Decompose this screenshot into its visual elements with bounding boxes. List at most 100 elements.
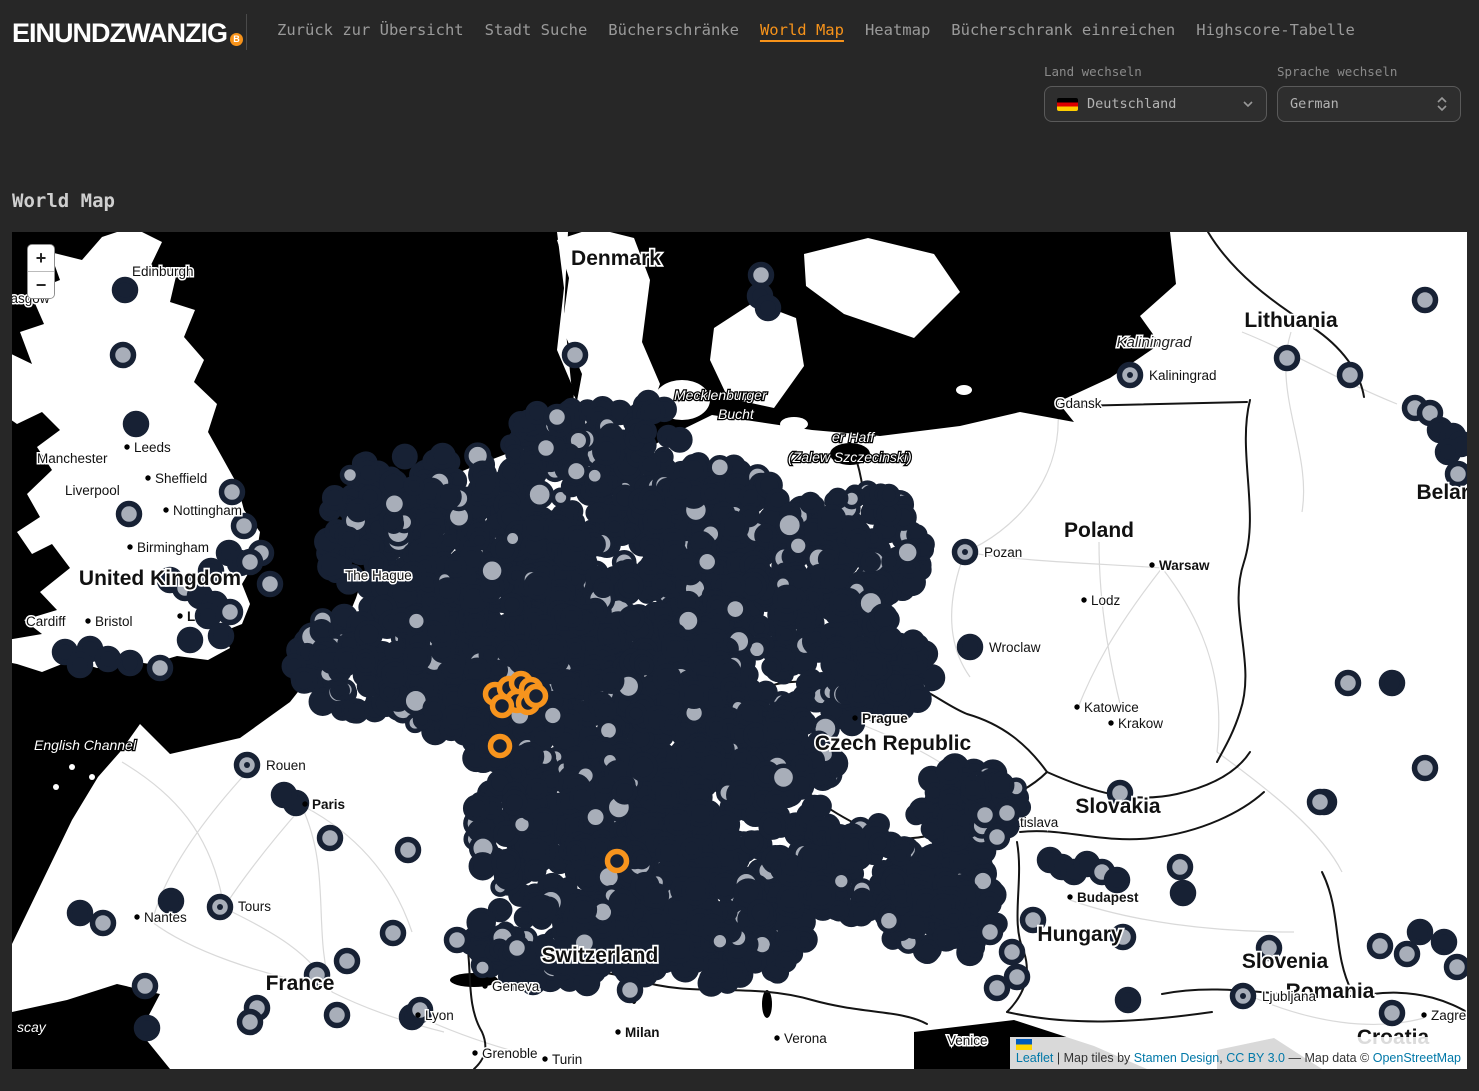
- map-marker[interactable]: [180, 630, 201, 651]
- map-marker[interactable]: [137, 1018, 158, 1039]
- map-marker[interactable]: [842, 713, 863, 734]
- map-marker[interactable]: [751, 265, 772, 286]
- map-marker[interactable]: [1277, 348, 1298, 369]
- map-marker[interactable]: [120, 653, 141, 674]
- map-marker[interactable]: [1118, 990, 1139, 1011]
- svg-text:Mecklenburger: Mecklenburger: [674, 387, 768, 403]
- attribution-link[interactable]: Leaflet: [1016, 1051, 1054, 1065]
- map-canvas[interactable]: English ChannelscayMecklenburgerBuchter …: [12, 232, 1467, 1069]
- map-marker[interactable]: [1340, 365, 1361, 386]
- map-marker[interactable]: [960, 637, 981, 658]
- nav-item-4[interactable]: Heatmap: [865, 21, 930, 39]
- map-marker[interactable]: [447, 930, 468, 951]
- map-marker[interactable]: [975, 805, 996, 826]
- map-marker[interactable]: [1397, 944, 1418, 965]
- orange-map-marker[interactable]: [527, 687, 546, 706]
- map-marker[interactable]: [1447, 957, 1468, 978]
- map-marker[interactable]: [1370, 936, 1391, 957]
- map-marker[interactable]: [1173, 883, 1194, 904]
- map-marker[interactable]: [274, 785, 295, 806]
- map-marker[interactable]: [1233, 986, 1254, 1007]
- nav-item-0[interactable]: Zurück zur Übersicht: [277, 21, 464, 39]
- language-select[interactable]: German: [1277, 86, 1461, 122]
- map-marker[interactable]: [398, 840, 419, 861]
- map-marker[interactable]: [536, 438, 557, 459]
- map-marker[interactable]: [70, 655, 91, 676]
- svg-text:Nantes: Nantes: [144, 910, 187, 925]
- map-marker[interactable]: [1002, 942, 1023, 963]
- map-marker[interactable]: [507, 938, 528, 959]
- map-marker[interactable]: [337, 951, 358, 972]
- nav-item-1[interactable]: Stadt Suche: [485, 21, 588, 39]
- map-marker[interactable]: [1170, 857, 1191, 878]
- map-marker[interactable]: [119, 504, 140, 525]
- map-marker[interactable]: [1434, 932, 1455, 953]
- nav-item-3[interactable]: World Map: [760, 21, 844, 39]
- svg-text:Lodz: Lodz: [1091, 593, 1121, 608]
- map-marker[interactable]: [98, 649, 119, 670]
- attribution-link[interactable]: OpenStreetMap: [1373, 1051, 1461, 1065]
- logo[interactable]: EINUNDZWANZIG B: [12, 20, 243, 47]
- nav-item-2[interactable]: Bücherschränke: [608, 21, 739, 39]
- map-marker[interactable]: [997, 803, 1018, 824]
- map-marker[interactable]: [70, 903, 91, 924]
- country-select[interactable]: Deutschland: [1044, 86, 1267, 122]
- map-marker[interactable]: [1438, 442, 1459, 463]
- map-marker[interactable]: [987, 827, 1008, 848]
- svg-text:United Kingdom: United Kingdom: [79, 567, 241, 590]
- map-marker[interactable]: [320, 828, 341, 849]
- map-marker[interactable]: [240, 552, 261, 573]
- map-marker[interactable]: [240, 1012, 261, 1033]
- map-marker[interactable]: [1415, 290, 1436, 311]
- nav-item-5[interactable]: Bücherschrank einreichen: [951, 21, 1175, 39]
- nav-item-6[interactable]: Highscore-Tabelle: [1196, 21, 1355, 39]
- svg-text:Krakow: Krakow: [1118, 716, 1163, 731]
- map-marker[interactable]: [987, 978, 1008, 999]
- svg-text:Manchester: Manchester: [37, 451, 108, 466]
- map-marker[interactable]: [547, 407, 568, 428]
- map-marker[interactable]: [1382, 673, 1403, 694]
- map-marker[interactable]: [234, 516, 255, 537]
- map-marker[interactable]: [211, 626, 232, 647]
- map-marker[interactable]: [955, 542, 976, 563]
- orange-map-marker[interactable]: [608, 852, 627, 871]
- language-select-value: German: [1290, 96, 1436, 112]
- map-marker[interactable]: [260, 574, 281, 595]
- map-marker[interactable]: [161, 891, 182, 912]
- orange-map-marker[interactable]: [493, 697, 512, 716]
- map-marker[interactable]: [198, 606, 219, 627]
- map-marker[interactable]: [210, 897, 231, 918]
- map-marker[interactable]: [1338, 673, 1359, 694]
- map-marker[interactable]: [237, 755, 258, 776]
- map-marker[interactable]: [115, 280, 136, 301]
- map-marker[interactable]: [1310, 792, 1331, 813]
- map-marker[interactable]: [620, 980, 641, 1001]
- svg-text:Grenoble: Grenoble: [482, 1046, 538, 1061]
- attribution-link[interactable]: Stamen Design: [1134, 1051, 1219, 1065]
- map-marker[interactable]: [93, 913, 114, 934]
- map-marker[interactable]: [1382, 1003, 1403, 1024]
- orange-map-marker[interactable]: [491, 737, 510, 756]
- map-marker[interactable]: [1415, 758, 1436, 779]
- map-marker[interactable]: [150, 658, 171, 679]
- map-marker[interactable]: [220, 602, 241, 623]
- zoom-in-button[interactable]: +: [28, 245, 54, 272]
- map-marker[interactable]: [222, 482, 243, 503]
- map-marker[interactable]: [577, 973, 598, 994]
- map-marker[interactable]: [1410, 922, 1431, 943]
- svg-text:Bucht: Bucht: [718, 406, 755, 422]
- zoom-out-button[interactable]: −: [28, 272, 54, 298]
- map-marker[interactable]: [135, 976, 156, 997]
- map-marker[interactable]: [1120, 365, 1141, 386]
- map-marker[interactable]: [126, 414, 147, 435]
- attribution-link[interactable]: CC BY 3.0: [1226, 1051, 1285, 1065]
- map-marker[interactable]: [565, 345, 586, 366]
- map-marker[interactable]: [327, 1005, 348, 1026]
- svg-text:France: France: [266, 972, 335, 995]
- map-marker[interactable]: [1107, 870, 1128, 891]
- map-marker[interactable]: [758, 298, 779, 319]
- attribution-sep: | Map tiles by: [1053, 1051, 1133, 1065]
- map-marker[interactable]: [383, 923, 404, 944]
- map-marker[interactable]: [980, 922, 1001, 943]
- map-marker[interactable]: [113, 345, 134, 366]
